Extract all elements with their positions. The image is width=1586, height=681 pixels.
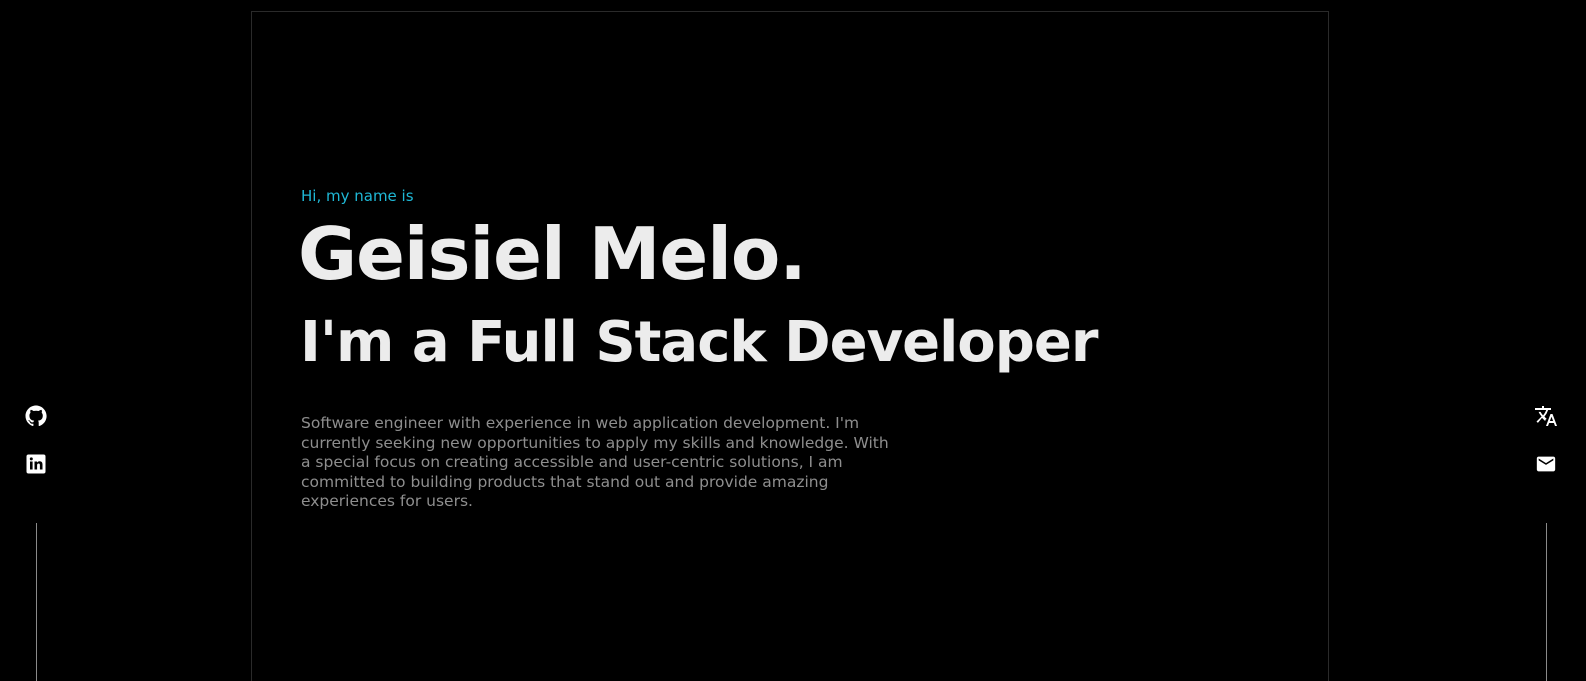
hero-bio: Software engineer with experience in web… (301, 414, 889, 510)
language-toggle-button[interactable] (1532, 402, 1560, 430)
hero-role: I'm a Full Stack Developer (300, 310, 1098, 375)
linkedin-link[interactable] (22, 450, 50, 478)
right-rail-line (1546, 523, 1547, 681)
left-rail-line (36, 523, 37, 681)
github-icon (25, 405, 47, 427)
linkedin-icon (26, 454, 46, 474)
hero-name: Geisiel Melo. (298, 212, 807, 296)
mail-icon (1536, 456, 1556, 472)
greeting-text: Hi, my name is (301, 187, 414, 205)
translate-icon (1535, 406, 1557, 426)
email-link[interactable] (1532, 450, 1560, 478)
social-links-left (18, 402, 54, 498)
portfolio-page: Hi, my name is Geisiel Melo. I'm a Full … (0, 0, 1586, 681)
github-link[interactable] (22, 402, 50, 430)
social-links-right (1528, 402, 1564, 498)
